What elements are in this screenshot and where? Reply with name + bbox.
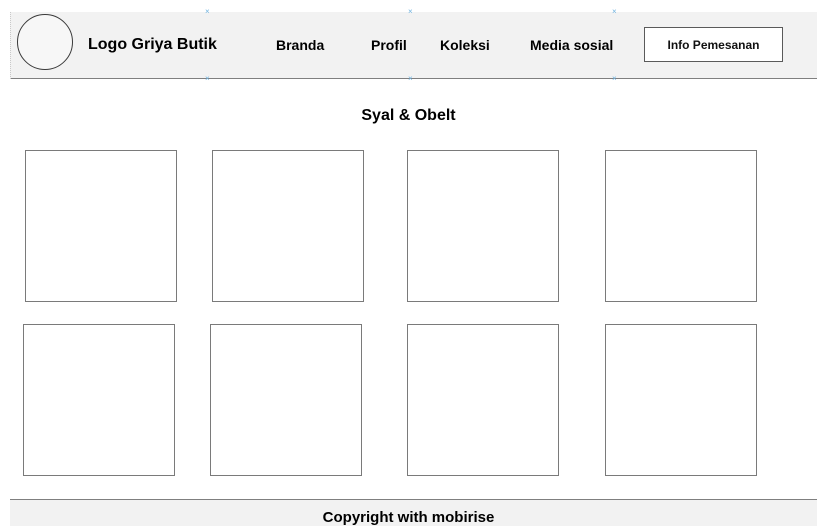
product-tile[interactable] [23, 324, 175, 476]
nav-item-profil[interactable]: Profil [371, 37, 407, 53]
product-tile[interactable] [605, 324, 757, 476]
section-title: Syal & Obelt [361, 107, 456, 124]
nav-item-media-sosial[interactable]: Media sosial [530, 37, 613, 53]
logo-text[interactable]: Logo Griya Butik [88, 36, 217, 54]
selection-marker: × [612, 7, 617, 16]
product-tile[interactable] [407, 324, 559, 476]
product-tile[interactable] [212, 150, 364, 302]
selection-marker: × [612, 74, 617, 83]
info-pemesanan-button[interactable]: Info Pemesanan [644, 27, 783, 62]
product-tile[interactable] [605, 150, 757, 302]
product-tile[interactable] [25, 150, 177, 302]
selection-marker: × [205, 74, 210, 83]
product-tile[interactable] [407, 150, 559, 302]
selection-marker: × [408, 74, 413, 83]
footer-copyright: Copyright with mobirise [322, 509, 495, 526]
nav-item-branda[interactable]: Branda [276, 37, 324, 53]
nav-item-koleksi[interactable]: Koleksi [440, 37, 490, 53]
product-tile[interactable] [210, 324, 362, 476]
page: × × × × × × Logo Griya Butik Branda Prof… [0, 0, 817, 526]
selection-marker: × [408, 7, 413, 16]
selection-marker: × [205, 7, 210, 16]
header-edge [10, 12, 12, 79]
logo-circle[interactable] [17, 14, 73, 70]
